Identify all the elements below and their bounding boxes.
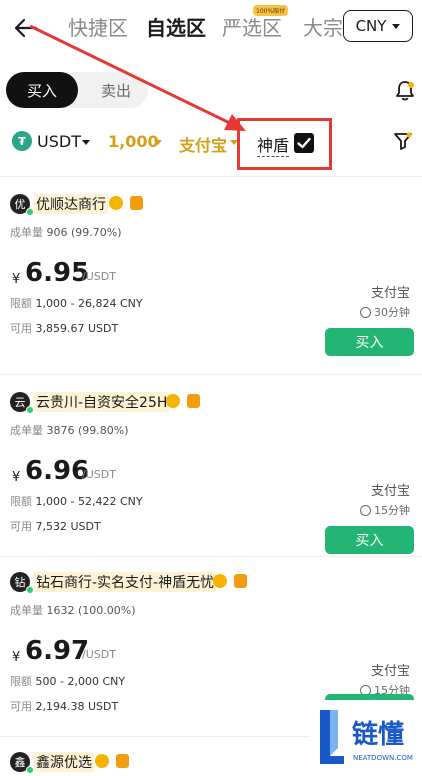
price: 6.95	[25, 258, 90, 288]
price-unit: /USDT	[82, 468, 116, 481]
shield-badge-icon	[116, 754, 129, 768]
usdt-coin-icon: ₮	[12, 131, 32, 151]
online-indicator	[26, 406, 34, 414]
notification-bell-icon[interactable]	[394, 80, 416, 102]
merchant-name[interactable]: 鑫源优选	[34, 752, 94, 772]
filter-bar: ₮ USDT 1,000 支付宝	[0, 122, 422, 162]
tab-quick[interactable]: 快捷区	[68, 12, 128, 41]
online-indicator	[26, 208, 34, 216]
available-amount: 可用 3,859.67 USDT	[10, 322, 119, 335]
tab-self-select[interactable]: 自选区	[146, 12, 206, 41]
currency-symbol: ¥	[12, 650, 21, 665]
watermark-logo-icon	[320, 710, 344, 764]
chevron-down-icon	[392, 23, 401, 29]
price: 6.96	[25, 456, 90, 486]
order-stats: 成单量 906 (99.70%)	[10, 226, 122, 239]
payment-time: 30分钟	[360, 304, 410, 320]
shield-badge-icon	[187, 394, 200, 408]
listing-card: 优 优顺达商行 成单量 906 (99.70%) ¥ 6.95 /USDT 限额…	[0, 194, 422, 379]
payment-method: 支付宝	[370, 484, 410, 499]
shield-badge-icon	[234, 574, 247, 588]
payment-method: 支付宝	[370, 664, 410, 679]
funnel-filter-icon[interactable]	[393, 131, 413, 151]
amount-filter[interactable]: 1,000	[108, 132, 159, 151]
currency-value: CNY	[355, 17, 387, 35]
sell-toggle[interactable]: 卖出	[86, 72, 146, 108]
buy-toggle[interactable]: 买入	[6, 72, 78, 108]
buy-button[interactable]: 买入	[325, 526, 414, 554]
chevron-down-icon	[154, 140, 162, 145]
merchant-name[interactable]: 钻石商行-实名支付-神盾无忧	[34, 572, 217, 592]
payment-method: 支付宝	[370, 286, 410, 301]
chevron-down-icon	[82, 140, 90, 145]
verified-badge-icon	[109, 196, 123, 210]
listing-card: 云 云贵川-自资安全25H 成单量 3876 (99.80%) ¥ 6.96 /…	[0, 392, 422, 577]
tab-bulk[interactable]: 大宗	[303, 12, 343, 41]
currency-select[interactable]: CNY	[343, 10, 413, 42]
verified-badge-icon	[95, 754, 109, 768]
shield-checkbox[interactable]	[294, 133, 314, 153]
order-stats: 成单量 1632 (100.00%)	[10, 604, 136, 617]
buy-button[interactable]: 买入	[325, 328, 414, 356]
limit-range: 限额 1,000 - 26,824 CNY	[10, 297, 143, 310]
tab-strict-select[interactable]: 严选区	[222, 12, 282, 41]
order-stats: 成单量 3876 (99.80%)	[10, 424, 129, 437]
available-amount: 可用 7,532 USDT	[10, 520, 101, 533]
price: 6.97	[25, 636, 90, 666]
online-indicator	[26, 586, 34, 594]
limit-range: 限额 500 - 2,000 CNY	[10, 675, 126, 688]
back-arrow-icon[interactable]	[12, 14, 40, 42]
price-unit: /USDT	[82, 270, 116, 283]
watermark: 链懂 NEATDOWN.COM	[310, 700, 422, 776]
divider	[0, 176, 422, 177]
timer-icon	[360, 306, 371, 318]
payment-filter[interactable]: 支付宝	[179, 132, 227, 156]
merchant-name[interactable]: 优顺达商行	[34, 194, 108, 214]
currency-symbol: ¥	[12, 272, 21, 287]
divider	[0, 556, 422, 557]
compensation-badge: 100%赔付	[253, 5, 289, 16]
timer-icon	[360, 504, 371, 516]
merchant-name[interactable]: 云贵川-自资安全25H	[34, 392, 170, 412]
divider	[0, 374, 422, 375]
currency-symbol: ¥	[12, 470, 21, 485]
verified-badge-icon	[213, 574, 227, 588]
limit-range: 限额 1,000 - 52,422 CNY	[10, 495, 143, 508]
shield-badge-icon	[130, 196, 143, 210]
verified-badge-icon	[166, 394, 180, 408]
watermark-text: 链懂	[352, 720, 405, 750]
payment-time: 15分钟	[360, 502, 410, 518]
buy-sell-toggle: 买入 卖出	[6, 72, 148, 108]
coin-filter[interactable]: USDT	[37, 132, 81, 151]
price-unit: /USDT	[82, 648, 116, 661]
online-indicator	[26, 766, 34, 774]
checkmark-icon	[297, 137, 311, 149]
watermark-subtext: NEATDOWN.COM	[353, 754, 413, 762]
top-bar: 快捷区 自选区 严选区 100%赔付 大宗 CNY	[0, 0, 422, 56]
available-amount: 可用 2,194.38 USDT	[10, 700, 119, 713]
shield-filter-label[interactable]: 神盾	[257, 132, 290, 157]
